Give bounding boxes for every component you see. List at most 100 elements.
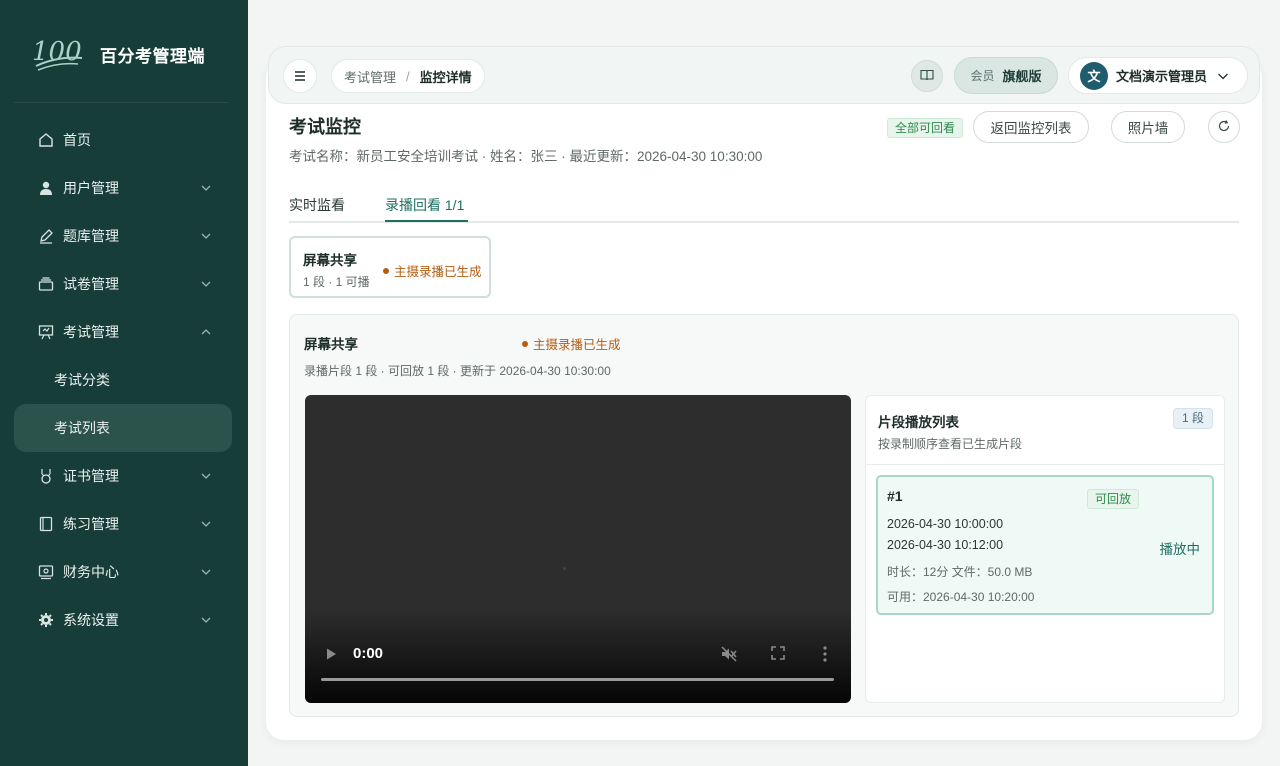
- sidebar-item-certificates[interactable]: 证书管理: [14, 452, 232, 500]
- chevron-down-icon: [200, 470, 212, 482]
- detail-meta: 录播片段 1 段 · 可回放 1 段 · 更新于 2026-04-30 10:3…: [304, 364, 611, 378]
- breadcrumb-separator: /: [406, 68, 410, 84]
- tab-live[interactable]: 实时监看: [289, 195, 345, 215]
- breadcrumb: 考试管理 / 监控详情: [331, 59, 485, 93]
- svg-text:100: 100: [32, 37, 82, 67]
- sidebar-item-papers[interactable]: 试卷管理: [14, 260, 232, 308]
- user-icon: [38, 180, 54, 196]
- sidebar-item-label: 首页: [63, 132, 91, 148]
- sidebar-item-practice[interactable]: 练习管理: [14, 500, 232, 548]
- user-name: 文档演示管理员: [1116, 69, 1208, 84]
- recording-status: 主摄录播已生成: [522, 334, 621, 353]
- membership-badge[interactable]: 会员 旗舰版: [954, 57, 1058, 94]
- divider: [14, 102, 228, 103]
- status-dot-icon: [383, 267, 389, 274]
- chevron-down-icon: [200, 518, 212, 530]
- page-title: 考试监控: [289, 117, 361, 137]
- breadcrumb-current: 监控详情: [419, 69, 472, 85]
- docs-button[interactable]: [911, 60, 943, 92]
- sidebar: 100 百分考管理端 首页 用户管理 题库管理 试卷管理 考试管理 考试分类 考…: [0, 0, 248, 766]
- segment-count-badge: 1 段: [1172, 408, 1213, 429]
- sidebar-subitem-exam-list[interactable]: 考试列表: [14, 404, 232, 452]
- sidebar-item-label: 系统设置: [63, 612, 119, 628]
- gear-icon: [38, 612, 54, 628]
- medal-icon: [38, 468, 54, 484]
- source-card-screen-share[interactable]: 屏幕共享 1 段 · 1 可播 主摄录播已生成: [289, 236, 491, 298]
- segment-info: 时长：12分 文件：50.0 MB: [887, 565, 1033, 579]
- tab-replay[interactable]: 录播回看 1/1: [385, 195, 464, 215]
- stack-icon: [38, 276, 54, 292]
- page-subtitle: 考试名称：新员工安全培训考试 · 姓名：张三 · 最近更新：2026-04-30…: [289, 149, 763, 164]
- sidebar-item-home[interactable]: 首页: [14, 116, 232, 164]
- chevron-down-icon: [200, 278, 212, 290]
- recording-status-text: 主摄录播已生成: [394, 265, 482, 279]
- refresh-button[interactable]: [1208, 111, 1240, 143]
- source-card-sub: 1 段 · 1 可播: [303, 275, 370, 289]
- sidebar-item-label: 题库管理: [63, 228, 119, 244]
- segment-end-time: 2026-04-30 10:12:00: [887, 538, 1004, 552]
- status-dot-icon: [522, 340, 528, 347]
- video-progress-bar[interactable]: [321, 678, 834, 681]
- video-spinner: [563, 567, 566, 570]
- sidebar-item-exams[interactable]: 考试管理: [14, 308, 232, 356]
- mute-icon[interactable]: [720, 645, 738, 663]
- sidebar-item-label: 用户管理: [63, 180, 119, 196]
- status-badge: 全部可回看: [887, 118, 964, 138]
- brand-name: 百分考管理端: [100, 46, 205, 66]
- breadcrumb-exam-management[interactable]: 考试管理: [344, 67, 396, 86]
- tabs: 实时监看 录播回看 1/1: [289, 190, 1239, 223]
- chevron-down-icon: [200, 230, 212, 242]
- top-bar: 考试管理 / 监控详情 会员 旗舰版 文 文档演示管理员: [268, 46, 1260, 104]
- segment-available-time: 可用：2026-04-30 10:20:00: [887, 590, 1035, 604]
- sidebar-item-users[interactable]: 用户管理: [14, 164, 232, 212]
- refresh-icon: [1217, 119, 1231, 136]
- notebook-icon: [38, 516, 54, 532]
- presentation-icon: [38, 324, 54, 340]
- segment-playlist: 片段播放列表 按录制顺序查看已生成片段 1 段 #1 可回放 2026-04-3…: [865, 395, 1225, 703]
- replayable-badge: 可回放: [1087, 489, 1140, 509]
- sidebar-item-label: 考试列表: [54, 420, 110, 436]
- brand[interactable]: 100 百分考管理端: [32, 34, 205, 74]
- avatar: 文: [1080, 61, 1108, 90]
- segment-item[interactable]: #1 可回放 2026-04-30 10:00:00 2026-04-30 10…: [876, 475, 1214, 615]
- menu-toggle-button[interactable]: [283, 59, 317, 93]
- sidebar-item-label: 考试分类: [54, 372, 110, 388]
- segment-start-time: 2026-04-30 10:00:00: [887, 517, 1004, 531]
- detail-title: 屏幕共享: [304, 337, 358, 352]
- segment-number: #1: [887, 488, 903, 504]
- chevron-down-icon: [200, 182, 212, 194]
- chevron-down-icon: [200, 566, 212, 578]
- back-to-list-button[interactable]: 返回监控列表: [973, 111, 1089, 143]
- sidebar-item-question-bank[interactable]: 题库管理: [14, 212, 232, 260]
- video-player[interactable]: 0:00: [305, 395, 851, 703]
- user-menu[interactable]: 文 文档演示管理员: [1068, 57, 1248, 94]
- chevron-down-icon: [200, 614, 212, 626]
- brand-logo: 100: [32, 34, 84, 74]
- menu-icon: [294, 69, 306, 84]
- source-card-title: 屏幕共享: [303, 253, 357, 268]
- sidebar-item-finance[interactable]: 财务中心: [14, 548, 232, 596]
- more-options-icon[interactable]: [822, 645, 828, 663]
- playing-status: 播放中: [1159, 542, 1201, 557]
- membership-label: 会员: [970, 69, 995, 83]
- divider: [866, 464, 1224, 465]
- sidebar-menu: 首页 用户管理 题库管理 试卷管理 考试管理 考试分类 考试列表 证书管理 练习…: [14, 116, 232, 644]
- home-icon: [38, 132, 54, 148]
- sidebar-item-settings[interactable]: 系统设置: [14, 596, 232, 644]
- recording-detail: 屏幕共享 主摄录播已生成 录播片段 1 段 · 可回放 1 段 · 更新于 20…: [289, 314, 1239, 717]
- active-tab-indicator: [385, 220, 468, 222]
- finance-icon: [38, 564, 54, 580]
- playlist-title: 片段播放列表: [878, 415, 959, 430]
- photo-wall-button[interactable]: 照片墙: [1111, 111, 1185, 143]
- playlist-sub: 按录制顺序查看已生成片段: [878, 437, 1023, 451]
- sidebar-item-label: 财务中心: [63, 564, 119, 580]
- chevron-up-icon: [200, 326, 212, 338]
- membership-plan: 旗舰版: [1002, 69, 1042, 84]
- sidebar-item-label: 练习管理: [63, 516, 119, 532]
- sidebar-subitem-exam-category[interactable]: 考试分类: [14, 356, 232, 404]
- fullscreen-icon[interactable]: [770, 645, 786, 661]
- pencil-icon: [38, 228, 54, 244]
- video-time: 0:00: [353, 645, 384, 662]
- recording-status: 主摄录播已生成: [383, 261, 482, 280]
- play-icon[interactable]: [325, 647, 337, 661]
